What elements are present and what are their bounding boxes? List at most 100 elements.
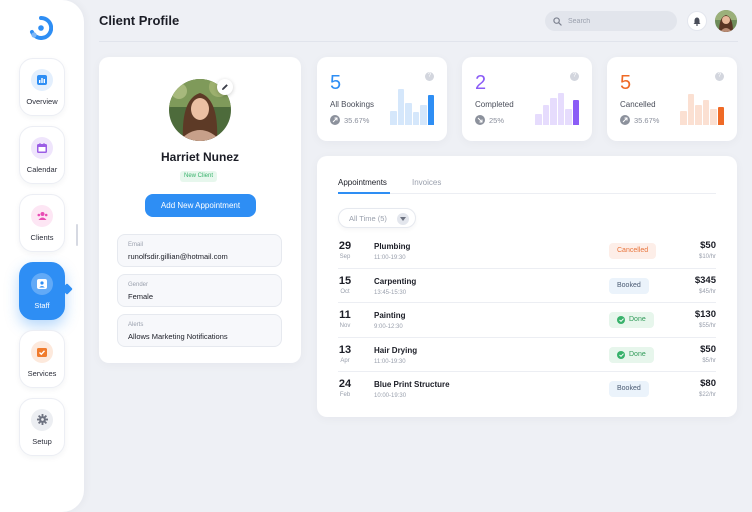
appointment-price: $50 <box>700 240 716 251</box>
search-icon <box>553 16 562 26</box>
appointment-time: 13:45-15:30 <box>374 289 407 296</box>
stat-mini-chart <box>390 89 434 125</box>
pencil-icon <box>222 84 228 90</box>
appointment-day: 11 <box>339 309 351 321</box>
tab-appointments[interactable]: Appointments <box>338 178 390 194</box>
mini-bar <box>572 99 579 125</box>
sidebar-item-label: Clients <box>30 232 54 242</box>
field-label: Alerts <box>128 322 144 328</box>
check-icon <box>617 316 625 324</box>
stat-trend-value: 25% <box>489 115 505 125</box>
appointment-row[interactable]: 29 Sep Plumbing 11:00-19:30 Cancelled $5… <box>338 234 716 269</box>
appointment-rate: $10/hr <box>698 254 716 260</box>
user-avatar[interactable] <box>715 10 737 32</box>
appointment-month: Apr <box>340 357 350 364</box>
stat-card-completed: 2 Completed 25% ? <box>462 57 592 141</box>
trend-up-icon <box>330 115 340 125</box>
sidebar-item-label: Setup <box>32 436 52 446</box>
appointment-day: 13 <box>338 343 352 356</box>
appointment-time: 11:00-19:30 <box>374 358 406 365</box>
search-input[interactable] <box>568 17 668 25</box>
gender-field[interactable]: Gender Female <box>117 274 282 307</box>
status-label: Done <box>629 350 646 358</box>
appointment-month: Feb <box>339 392 351 398</box>
bell-icon <box>693 17 701 26</box>
tab-invoices[interactable]: Invoices <box>412 178 441 194</box>
client-name: Harriet Nunez <box>160 150 240 164</box>
mini-bar <box>717 107 724 125</box>
mini-bar <box>687 94 694 125</box>
sidebar-item-setup[interactable]: Setup <box>19 398 65 456</box>
help-icon[interactable]: ? <box>425 72 434 81</box>
mini-bar <box>427 95 434 125</box>
status-label: Done <box>629 316 646 323</box>
email-field[interactable]: Email runolfsdir.gillian@hotmail.com <box>117 234 282 267</box>
mini-bar <box>565 108 572 125</box>
status-badge: Done <box>609 312 654 328</box>
appointment-row[interactable]: 13 Apr Hair Drying 11:00-19:30 Done $50 … <box>338 338 716 372</box>
appointment-price: $50 <box>700 343 716 355</box>
sidebar-item-services[interactable]: Services <box>19 330 65 388</box>
badge-icon <box>31 272 53 295</box>
sidebar-item-staff[interactable]: Staff <box>19 262 65 320</box>
sidebar-item-label: Overview <box>26 96 58 106</box>
appointment-row[interactable]: 11 Nov Painting 9:00-12:30 Done $130 $55… <box>338 303 716 338</box>
appointment-day: 24 <box>338 378 352 390</box>
appointment-price: $80 <box>700 378 716 389</box>
status-badge: Booked <box>609 381 649 397</box>
field-value: Female <box>128 292 154 301</box>
appointment-row[interactable]: 24 Feb Blue Print Structure 10:00-19:30 … <box>338 372 716 407</box>
mini-bar <box>680 110 687 125</box>
appointments-card: Appointments Invoices All Time (5) 29 Se… <box>317 156 737 417</box>
time-filter-dropdown[interactable]: All Time (5) <box>338 208 416 228</box>
field-label: Email <box>128 242 144 248</box>
alerts-field[interactable]: Alerts Allows Marketing Notifications <box>117 314 282 347</box>
sidebar-item-clients[interactable]: Clients <box>19 194 65 252</box>
gear-icon <box>31 408 53 431</box>
stat-card-all-bookings: 5 All Bookings 35.67% ? <box>317 57 447 141</box>
mini-bar <box>702 99 709 125</box>
stat-label: Completed <box>475 100 514 109</box>
mini-bar <box>535 114 542 125</box>
appointment-price: $130 <box>694 309 716 320</box>
appointment-service: Blue Print Structure <box>374 380 450 389</box>
help-icon[interactable]: ? <box>715 72 724 81</box>
notifications-button[interactable] <box>687 11 707 31</box>
appointment-service: Plumbing <box>374 242 411 251</box>
status-badge: Cancelled <box>609 243 657 259</box>
stat-trend-value: 35.67% <box>634 115 660 125</box>
sidebar-item-label: Services <box>27 368 57 378</box>
add-appointment-button[interactable]: Add New Appointment <box>145 194 256 217</box>
appointment-price: $345 <box>694 274 716 286</box>
stat-trend-value: 35.67% <box>344 115 370 125</box>
edit-photo-button[interactable] <box>217 79 233 95</box>
checklist-icon <box>31 340 53 363</box>
stat-value: 5 <box>330 72 342 94</box>
users-icon <box>31 204 53 227</box>
help-icon[interactable]: ? <box>570 72 579 81</box>
sidebar-scroll-handle[interactable] <box>76 224 78 246</box>
search-bar[interactable] <box>545 11 677 31</box>
appointment-row[interactable]: 15 Oct Carpenting 13:45-15:30 Booked $34… <box>338 269 716 303</box>
stat-trend: 35.67% <box>620 115 659 125</box>
app-logo[interactable] <box>29 16 53 40</box>
mini-bar <box>557 92 564 125</box>
status-badge: Done <box>609 346 654 363</box>
appointment-time: 10:00-19:30 <box>374 393 407 399</box>
appointment-rate: $55/hr <box>698 323 716 329</box>
sidebar-item-overview[interactable]: Overview <box>19 58 65 116</box>
trend-up-icon <box>620 115 630 125</box>
appointment-service: Painting <box>374 311 406 320</box>
mini-bar <box>412 112 419 125</box>
mini-bar <box>550 98 557 125</box>
mini-bar <box>405 103 412 125</box>
appointment-day: 29 <box>338 240 352 252</box>
profile-card: Harriet Nunez New Client Add New Appoint… <box>99 57 301 363</box>
stat-trend: 25% <box>475 115 504 125</box>
page-title: Client Profile <box>99 13 180 28</box>
stat-value: 2 <box>475 72 487 94</box>
sidebar-item-calendar[interactable]: Calendar <box>19 126 65 184</box>
calendar-icon <box>31 136 53 159</box>
appointment-day: 15 <box>338 274 352 287</box>
tab-bar: Appointments Invoices <box>338 178 716 194</box>
